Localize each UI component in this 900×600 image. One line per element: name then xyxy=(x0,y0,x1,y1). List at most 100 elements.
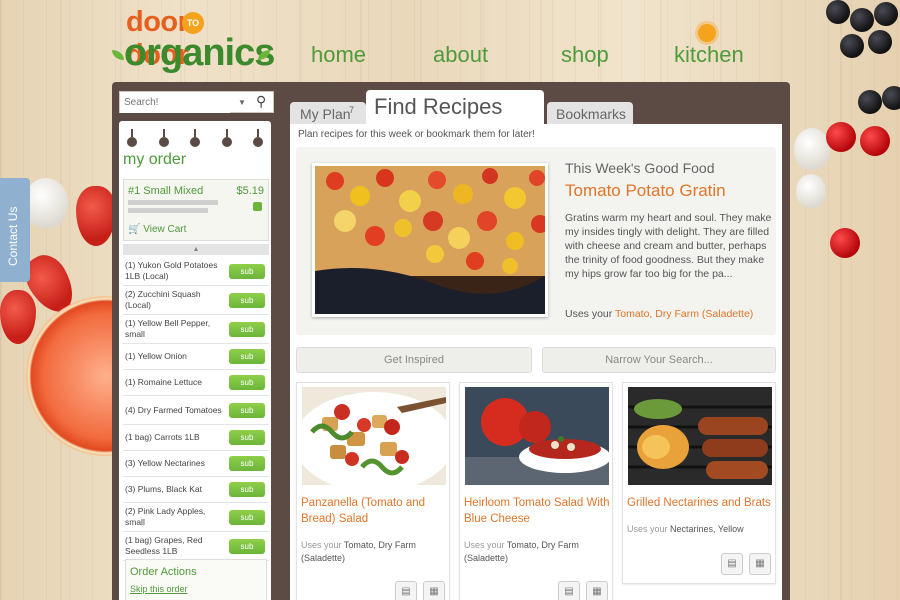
nav-kitchen-link[interactable]: kitchen xyxy=(674,42,744,68)
ring-icon xyxy=(221,129,232,147)
narrow-search-button[interactable]: Narrow Your Search... xyxy=(542,347,776,373)
sub-button[interactable]: sub xyxy=(229,375,265,390)
recipe-card-image[interactable] xyxy=(628,387,772,485)
uses-prefix: Uses your xyxy=(565,308,613,320)
ring-icon xyxy=(253,129,263,147)
list-item: (1 bag) Carrots 1LB sub xyxy=(123,425,269,451)
list-item: (1 bag) Grapes, Red Seedless 1LB sub xyxy=(123,532,269,561)
list-item: (2) Pink Lady Apples, small sub xyxy=(123,503,269,532)
tab-find-recipes[interactable]: Find Recipes xyxy=(366,90,544,126)
ring-icon xyxy=(127,129,137,147)
strawberry-decoration xyxy=(0,290,36,344)
item-label: (1) Romaine Lettuce xyxy=(125,377,203,387)
logo-to-badge: TO xyxy=(182,12,204,34)
sun-icon xyxy=(698,24,716,42)
sub-button[interactable]: sub xyxy=(229,430,265,445)
recipe-card-uses: Uses your Nectarines, Yellow xyxy=(627,523,775,536)
strawberry-decoration xyxy=(76,186,116,246)
garlic-decoration xyxy=(796,174,826,208)
item-label: (1) Yukon Gold Potatoes 1LB (Local) xyxy=(125,260,218,281)
page-subtitle: Plan recipes for this week or bookmark t… xyxy=(298,129,535,140)
recipe-card[interactable]: Heirloom Tomato Salad With Blue Cheese U… xyxy=(459,382,613,600)
sub-button[interactable]: sub xyxy=(229,402,265,418)
my-order-title: my order xyxy=(123,151,187,168)
recipe-card-actions: ▤ ▦ xyxy=(711,553,771,575)
nav-shop-link[interactable]: shop xyxy=(561,42,609,68)
item-label: (1) Yellow Onion xyxy=(125,351,187,361)
lock-icon xyxy=(253,202,262,211)
tab-my-plan[interactable]: My Plan 7 xyxy=(290,102,366,126)
contact-us-label: Contact Us xyxy=(6,206,20,266)
item-label: (2) Pink Lady Apples, small xyxy=(125,506,206,527)
sub-button[interactable]: sub xyxy=(229,321,265,337)
order-actions-box: Order Actions Skip this order xyxy=(125,559,267,600)
sub-button[interactable]: sub xyxy=(229,538,265,554)
recipe-card-ingredient: Nectarines, Yellow xyxy=(670,524,744,534)
tab-bookmarks[interactable]: Bookmarks xyxy=(547,102,633,126)
cart-icon: 🛒 xyxy=(128,224,141,235)
my-order-panel: my order #1 Small Mixed $5.19 🛒 View Car… xyxy=(119,121,271,600)
order-items-list: (1) Yukon Gold Potatoes 1LB (Local) sub (… xyxy=(123,257,269,561)
sub-button[interactable]: sub xyxy=(229,456,265,471)
scroll-up-button[interactable]: ▲ xyxy=(123,244,269,255)
sub-button[interactable]: sub xyxy=(229,509,265,525)
recipe-card-title[interactable]: Heirloom Tomato Salad With Blue Cheese xyxy=(464,495,612,527)
recipe-card-title[interactable]: Panzanella (Tomato and Bread) Salad xyxy=(301,495,449,527)
sub-button[interactable]: sub xyxy=(229,292,265,308)
nav-home-link[interactable]: home xyxy=(311,42,366,68)
nav-about-link[interactable]: about xyxy=(433,42,488,68)
add-to-plan-icon[interactable]: ▦ xyxy=(423,581,445,600)
blackberry-decoration xyxy=(850,8,874,32)
list-item: (3) Yellow Nectarines sub xyxy=(123,451,269,477)
blurred-delivery-text xyxy=(128,200,218,205)
recipe-card-actions: ▤ ▦ xyxy=(548,581,608,600)
recipe-card-title[interactable]: Grilled Nectarines and Brats xyxy=(627,495,775,511)
sub-button[interactable]: sub xyxy=(229,263,265,279)
logo-organics-text: organics xyxy=(124,32,275,74)
view-cart-label: View Cart xyxy=(143,224,187,235)
featured-recipe-title[interactable]: Tomato Potato Gratin xyxy=(565,181,726,201)
item-label: (3) Plums, Black Kat xyxy=(125,484,202,494)
add-to-plan-icon[interactable]: ▦ xyxy=(586,581,608,600)
get-inspired-button[interactable]: Get Inspired xyxy=(296,347,532,373)
cherry-decoration xyxy=(860,126,890,156)
uses-prefix: Uses your xyxy=(627,524,668,534)
list-item: (1) Yellow Bell Pepper, small sub xyxy=(123,315,269,344)
item-label: (2) Zucchini Squash (Local) xyxy=(125,289,201,310)
sub-button[interactable]: sub xyxy=(229,349,265,364)
leaf-icon xyxy=(112,50,124,60)
recipe-card[interactable]: Panzanella (Tomato and Bread) Salad Uses… xyxy=(296,382,450,600)
tab-my-plan-label: My Plan xyxy=(300,106,351,122)
search-input[interactable] xyxy=(120,92,230,113)
blurred-delivery-text xyxy=(128,208,208,213)
featured-recipe-description: Gratins warm my heart and soul. They mak… xyxy=(565,212,772,280)
recipe-card[interactable]: Grilled Nectarines and Brats Uses your N… xyxy=(622,382,776,584)
list-item: (2) Zucchini Squash (Local) sub xyxy=(123,286,269,315)
bookmark-icon[interactable]: ▤ xyxy=(721,553,743,575)
cherry-decoration xyxy=(830,228,860,258)
blackberry-decoration xyxy=(826,0,850,24)
contact-us-tab[interactable]: Contact Us xyxy=(0,178,30,282)
nectarines-brats-image xyxy=(628,387,772,485)
cart-price: $5.19 xyxy=(236,185,264,197)
recipe-card-image[interactable] xyxy=(302,387,446,485)
bookmark-icon[interactable]: ▤ xyxy=(558,581,580,600)
chevron-down-icon[interactable]: ▼ xyxy=(238,98,246,107)
item-label: (1 bag) Grapes, Red Seedless 1LB xyxy=(125,535,203,556)
uses-prefix: Uses your xyxy=(464,540,505,550)
skip-order-link[interactable]: Skip this order xyxy=(130,584,188,594)
bookmark-icon[interactable]: ▤ xyxy=(395,581,417,600)
search-icon[interactable]: ⚲ xyxy=(256,93,266,110)
cart-box-name[interactable]: #1 Small Mixed xyxy=(128,185,203,197)
sub-button[interactable]: sub xyxy=(229,482,265,497)
item-label: (4) Dry Farmed Tomatoes xyxy=(125,404,222,415)
order-actions-title: Order Actions xyxy=(130,566,197,578)
featured-uses-ingredient[interactable]: Tomato, Dry Farm (Saladette) xyxy=(615,308,753,320)
recipe-card-image[interactable] xyxy=(465,387,609,485)
uses-prefix: Uses your xyxy=(301,540,342,550)
add-to-plan-icon[interactable]: ▦ xyxy=(749,553,771,575)
door-to-door-organics-logo[interactable]: doordoor TO organics xyxy=(112,4,275,76)
featured-recipe-image[interactable] xyxy=(312,163,548,317)
view-cart-link[interactable]: 🛒 View Cart xyxy=(128,224,186,235)
panzanella-image xyxy=(302,387,446,485)
